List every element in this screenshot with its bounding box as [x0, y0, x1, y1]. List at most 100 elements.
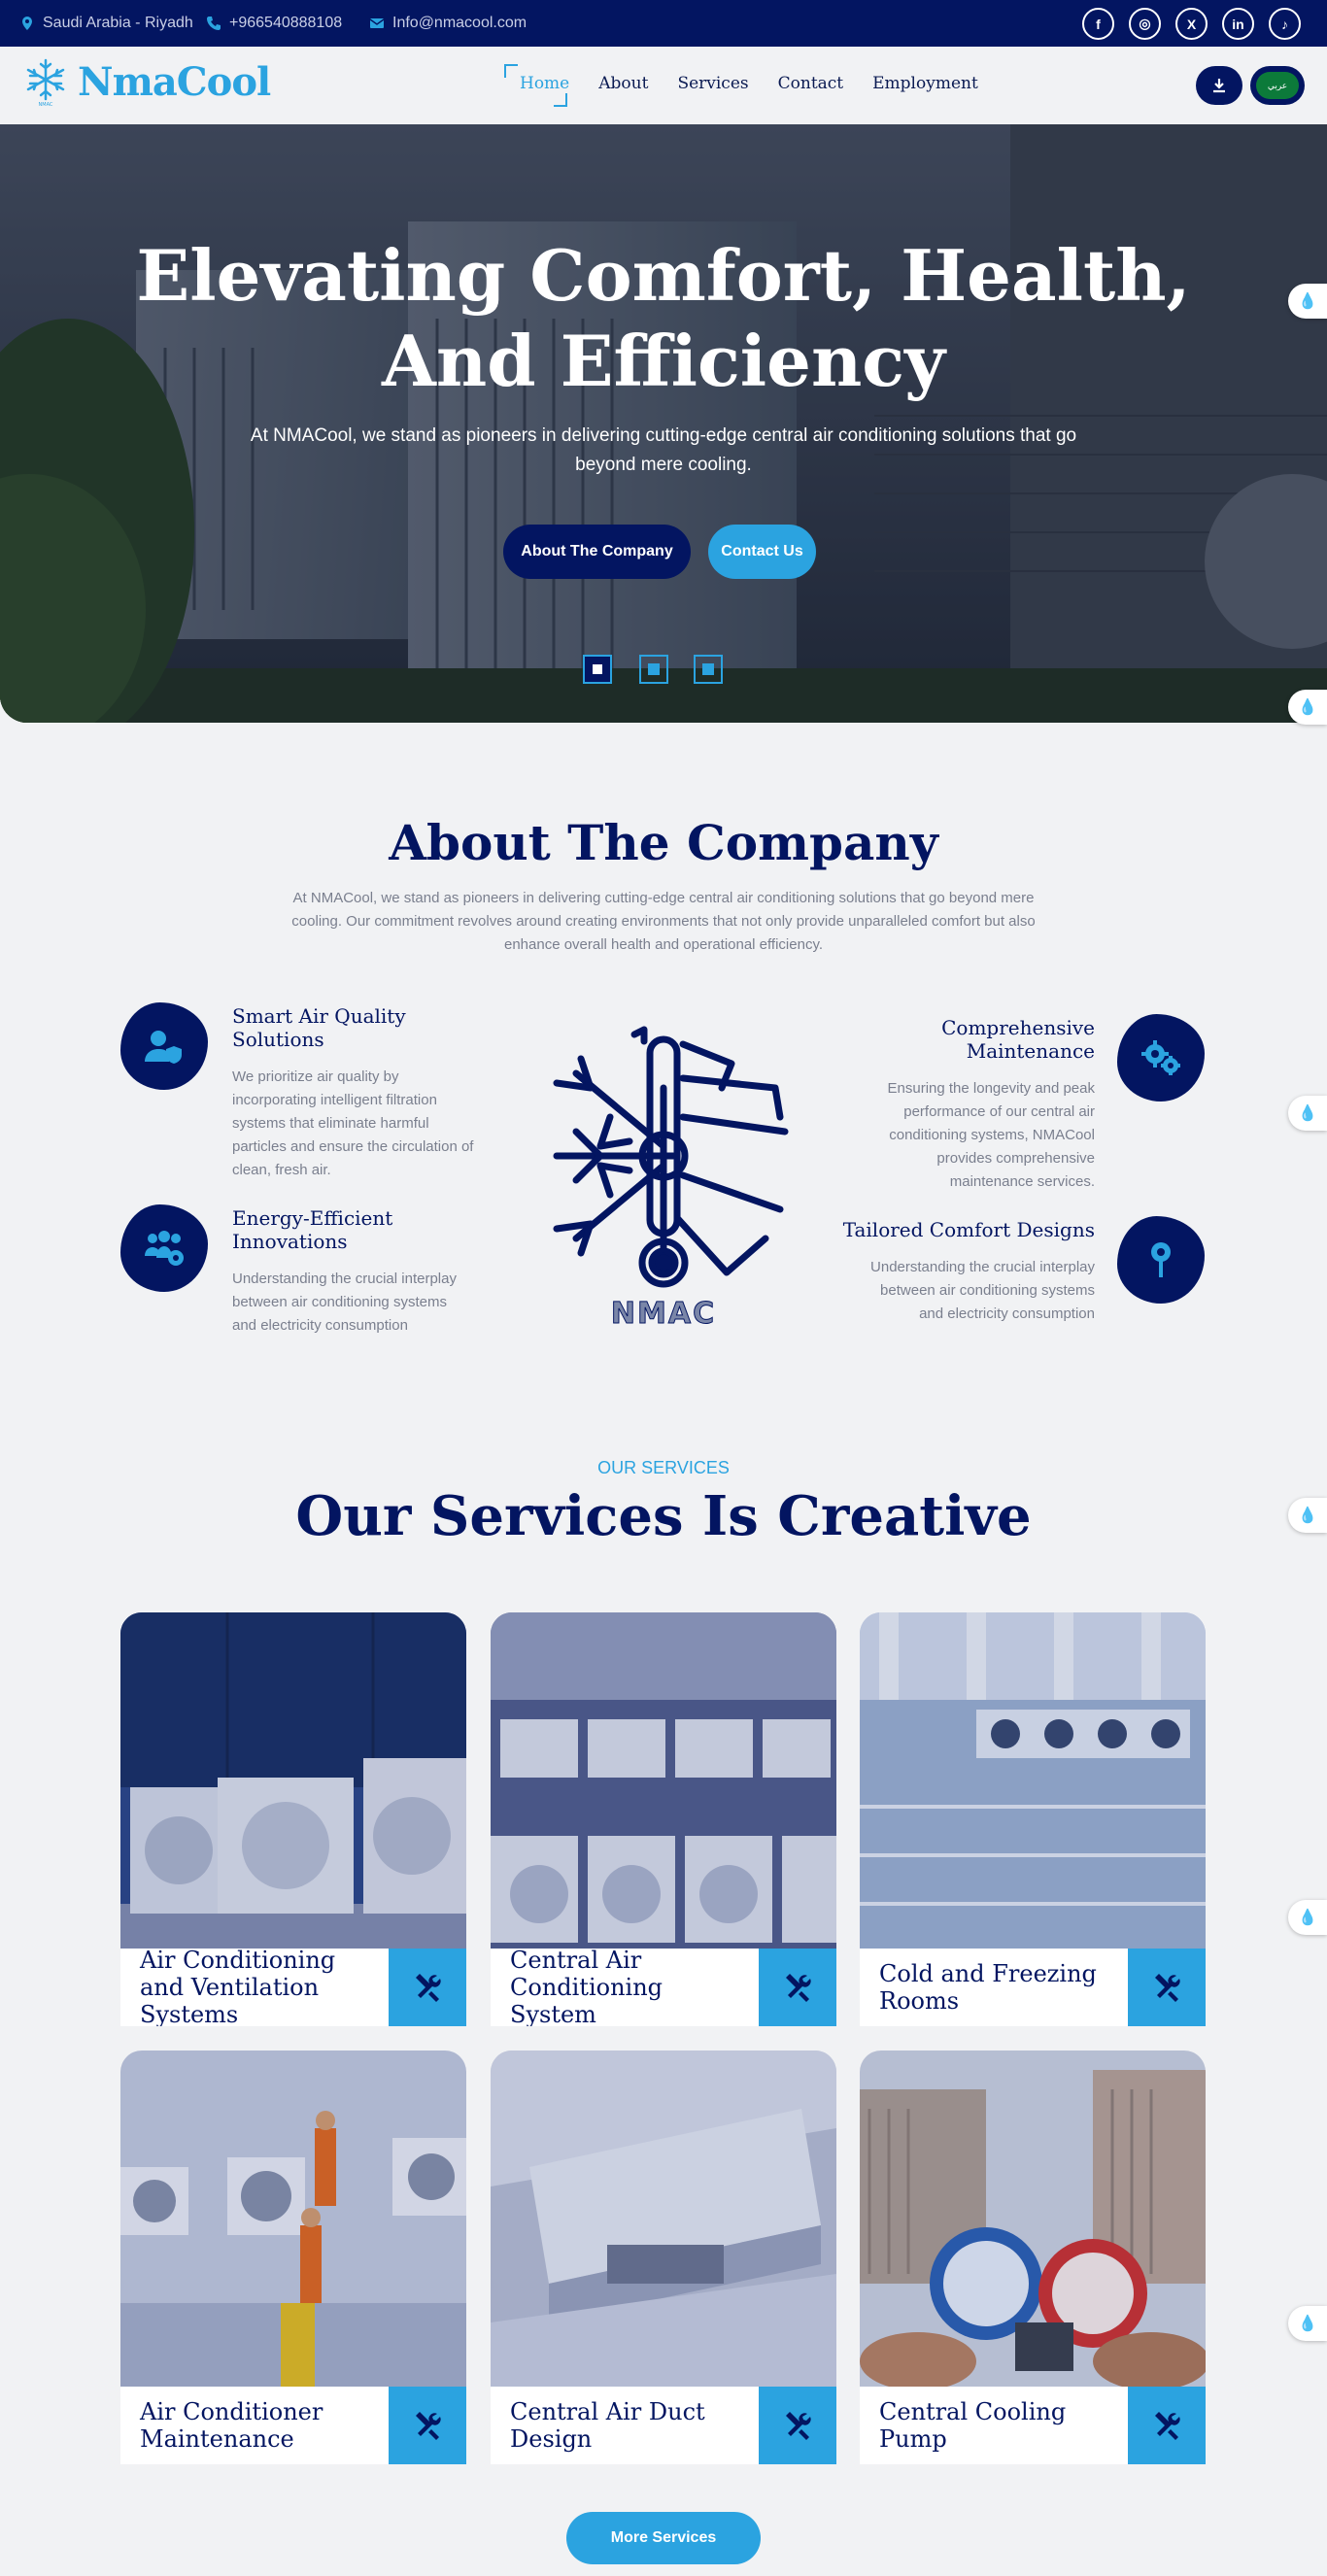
saudi-flag-badge: عربي — [1256, 72, 1299, 99]
service-card-label: Air Conditioner Maintenance — [120, 2387, 389, 2464]
facebook-icon[interactable]: f — [1082, 8, 1114, 40]
services-kicker: OUR SERVICES — [597, 1458, 730, 1477]
download-button[interactable] — [1196, 66, 1242, 105]
nav-contact[interactable]: Contact — [764, 74, 859, 93]
feature-icon-1 — [120, 1002, 208, 1090]
service-card-label: Central Air Duct Design — [491, 2387, 759, 2464]
tools-button[interactable] — [759, 1949, 836, 2026]
floating-drop-tab[interactable]: 💧 — [1288, 284, 1327, 319]
service-card[interactable]: Air Conditioner Maintenance — [120, 2051, 466, 2464]
service-card-label: Central Air Conditioning System — [491, 1947, 759, 2026]
service-card[interactable]: Central Cooling Pump — [860, 2051, 1206, 2464]
feature-icon-2 — [120, 1204, 208, 1292]
about-intro: At NMACool, we stand as pioneers in deli… — [291, 890, 1036, 953]
feature-text-3: Ensuring the longevity and peak performa… — [887, 1080, 1095, 1190]
slider-dot-2[interactable] — [639, 655, 668, 684]
service-image-cooling-pump — [860, 2051, 1206, 2387]
service-card[interactable]: Central Air Duct Design — [491, 2051, 836, 2464]
service-image-air-duct — [491, 2051, 836, 2387]
feature-title-4: Tailored Comfort Designs — [842, 1218, 1095, 1241]
main-nav: NMAC NmaCool Home About Services Contact… — [0, 47, 1327, 124]
hero-banner: Elevating Comfort, Health, And Efficienc… — [0, 124, 1327, 723]
hero-title-line-2: And Efficiency — [382, 320, 945, 402]
feature-icon-3 — [1117, 1014, 1205, 1102]
brush-icon — [1151, 1242, 1171, 1277]
location-info: Saudi Arabia - Riyadh — [19, 15, 193, 32]
floating-drop-tab[interactable]: 💧 — [1288, 1096, 1327, 1131]
wrench-screwdriver-icon — [786, 1974, 811, 2002]
feature-icon-4 — [1117, 1216, 1205, 1304]
svg-text:NMAC: NMAC — [39, 102, 53, 107]
hero-title: Elevating Comfort, Health, And Efficienc… — [0, 233, 1327, 404]
water-drop-icon: 💧 — [1298, 1105, 1317, 1122]
nav-menu: Home About Services Contact Employment — [505, 74, 993, 93]
about-company-button[interactable]: About The Company — [503, 525, 691, 579]
floating-drop-tab[interactable]: 💧 — [1288, 1900, 1327, 1935]
service-image-cold-rooms — [860, 1612, 1206, 1949]
contact-us-button[interactable]: Contact Us — [708, 525, 816, 579]
x-twitter-icon[interactable]: X — [1175, 8, 1208, 40]
instagram-icon[interactable]: ◎ — [1129, 8, 1161, 40]
tools-button[interactable] — [1128, 2387, 1206, 2464]
phone-text: +966540888108 — [229, 15, 343, 31]
slider-dot-3[interactable] — [694, 655, 723, 684]
phone-icon — [207, 17, 221, 30]
active-bracket-bottom — [554, 93, 567, 107]
linkedin-icon[interactable]: in — [1222, 8, 1254, 40]
about-title: About The Company — [389, 814, 938, 871]
wrench-screwdriver-icon — [416, 2412, 441, 2440]
floating-drop-tab[interactable]: 💧 — [1288, 690, 1327, 725]
feature-text-1: We prioritize air quality by incorporati… — [232, 1068, 474, 1178]
water-drop-icon: 💧 — [1298, 1910, 1317, 1926]
feature-title-1: Smart Air Quality Solutions — [232, 1004, 406, 1051]
top-bar: Saudi Arabia - Riyadh +966540888108 Info… — [0, 0, 1327, 47]
nav-services[interactable]: Services — [663, 74, 763, 93]
email-text: Info@nmacool.com — [392, 15, 527, 31]
tools-button[interactable] — [759, 2387, 836, 2464]
services-title: Our Services Is Creative — [295, 1484, 1032, 1548]
wrench-screwdriver-icon — [416, 1974, 441, 2002]
nav-about[interactable]: About — [584, 74, 663, 93]
service-card-label: Air Conditioning and Ventilation Systems — [120, 1947, 389, 2026]
slider-dot-1[interactable] — [583, 655, 612, 684]
wrench-screwdriver-icon — [1155, 1974, 1180, 2002]
feature-title-2: Energy-Efficient Innovations — [232, 1206, 393, 1253]
nmac-center-logo: NMAC — [553, 1026, 789, 1331]
service-card[interactable]: Air Conditioning and Ventilation Systems — [120, 1612, 466, 2026]
water-drop-icon: 💧 — [1298, 2316, 1317, 2332]
service-card[interactable]: Central Air Conditioning System — [491, 1612, 836, 2026]
language-button[interactable]: عربي — [1250, 66, 1305, 105]
gears-icon — [1141, 1040, 1180, 1075]
service-card[interactable]: Cold and Freezing Rooms — [860, 1612, 1206, 2026]
water-drop-icon: 💧 — [1298, 293, 1317, 310]
service-card-label: Central Cooling Pump — [860, 2387, 1128, 2464]
location-text: Saudi Arabia - Riyadh — [43, 15, 193, 31]
tools-button[interactable] — [389, 1949, 466, 2026]
logo-text: NmaCool — [78, 58, 271, 105]
service-image-ac-ventilation — [120, 1612, 466, 1949]
download-icon — [1213, 79, 1225, 93]
floating-drop-tab[interactable]: 💧 — [1288, 2306, 1327, 2341]
site-logo[interactable]: NMAC NmaCool — [23, 56, 271, 107]
wrench-screwdriver-icon — [786, 2412, 811, 2440]
tools-button[interactable] — [1128, 1949, 1206, 2026]
users-gear-icon — [145, 1231, 184, 1266]
nmac-logo-text: NMAC — [611, 1297, 716, 1331]
feature-text-2: Understanding the crucial interplay betw… — [232, 1271, 457, 1334]
email-info[interactable]: Info@nmacool.com — [369, 15, 527, 32]
tools-button[interactable] — [389, 2387, 466, 2464]
active-bracket-top — [504, 64, 518, 78]
more-services-button[interactable]: More Services — [566, 2512, 761, 2564]
service-card-label: Cold and Freezing Rooms — [860, 1949, 1128, 2026]
wrench-screwdriver-icon — [1155, 2412, 1180, 2440]
tiktok-icon[interactable]: ♪ — [1269, 8, 1301, 40]
phone-info[interactable]: +966540888108 — [206, 15, 342, 32]
hero-title-line-1: Elevating Comfort, Health, — [136, 234, 1191, 317]
snowflake-logo-icon: NMAC — [26, 58, 65, 107]
service-image-central-ac — [491, 1612, 836, 1949]
feature-title-3: Comprehensive Maintenance — [941, 1016, 1095, 1063]
envelope-icon — [369, 18, 385, 28]
nav-employment[interactable]: Employment — [858, 74, 993, 93]
water-drop-icon: 💧 — [1298, 699, 1317, 716]
hero-subtitle: At NMACool, we stand as pioneers in deli… — [250, 425, 1077, 475]
